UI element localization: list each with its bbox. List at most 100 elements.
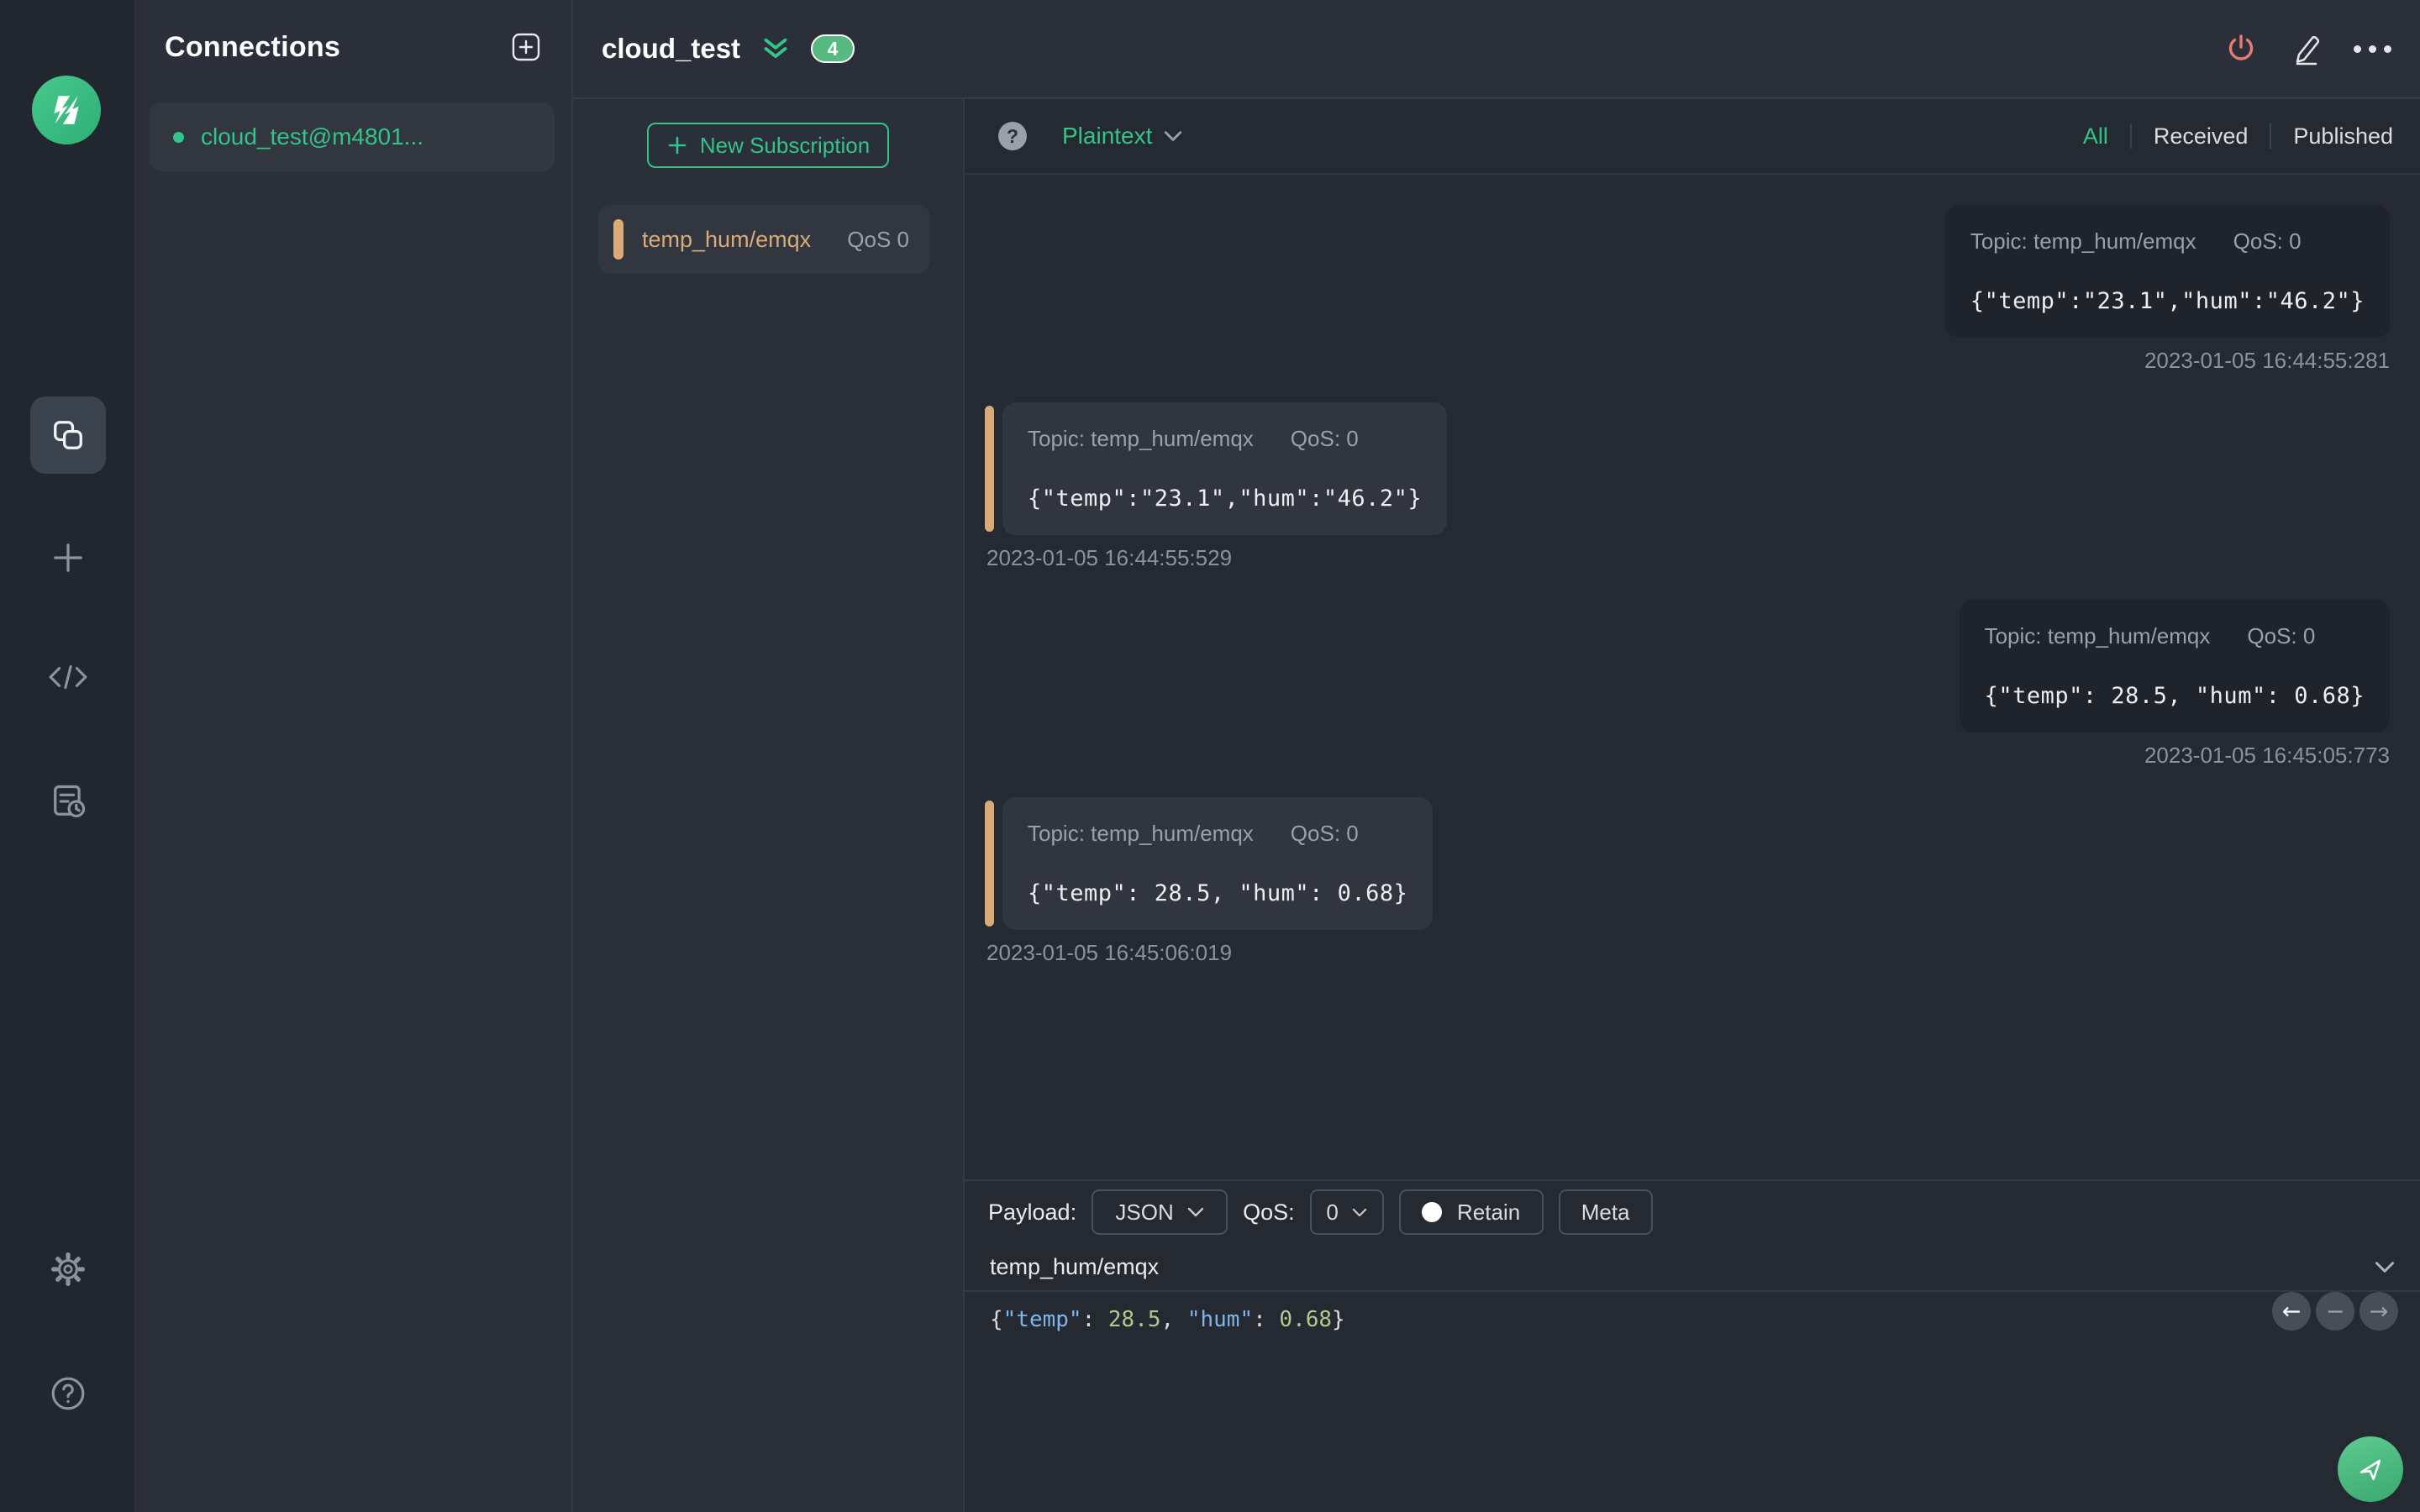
message-color-bar	[985, 406, 994, 532]
format-value: Plaintext	[1062, 123, 1153, 149]
topic-input[interactable]: temp_hum/emqx	[990, 1254, 1159, 1280]
message-timestamp: 2023-01-05 16:45:05:773	[2144, 743, 2390, 768]
message-topic: Topic: temp_hum/emqx	[1028, 821, 1254, 846]
icon-sidebar	[0, 0, 136, 1512]
new-connection-button[interactable]	[509, 30, 543, 64]
log-icon	[54, 785, 86, 818]
filter-all[interactable]: All	[2083, 123, 2108, 150]
message-timestamp: 2023-01-05 16:44:55:529	[986, 545, 1233, 570]
message-color-bar	[985, 801, 994, 927]
connection-header: cloud_test 4	[573, 0, 2420, 99]
connections-icon	[30, 396, 106, 474]
editor-token: {	[990, 1307, 1003, 1332]
chevron-down-icon	[1187, 1207, 1203, 1217]
message-topic: Topic: temp_hum/emqx	[1028, 426, 1254, 451]
message-card[interactable]: Topic: temp_hum/emqx QoS: 0 {"temp":"23.…	[1944, 205, 2390, 338]
message-payload: {"temp":"23.1","hum":"46.2"}	[1970, 288, 2365, 314]
subscriptions-panel: New Subscription temp_hum/emqx QoS 0	[573, 99, 965, 1512]
collapse-editor-button[interactable]: −	[2316, 1292, 2354, 1331]
message-received: Topic: temp_hum/emqx QoS: 0 {"temp":"23.…	[985, 402, 2390, 571]
payload-format-select[interactable]: JSON	[1092, 1189, 1228, 1235]
filter-received[interactable]: Received	[2154, 123, 2249, 150]
message-list: Topic: temp_hum/emqx QoS: 0 {"temp":"23.…	[965, 175, 2420, 966]
message-published: Topic: temp_hum/emqx QoS: 0 {"temp": 28.…	[985, 600, 2390, 769]
page-title: cloud_test	[602, 33, 741, 64]
message-payload: {"temp": 28.5, "hum": 0.68}	[1028, 880, 1408, 906]
editor-token: }	[1332, 1307, 1345, 1332]
disconnect-button[interactable]	[2223, 30, 2260, 67]
collapse-panel-button[interactable]	[762, 36, 789, 61]
qos-value: 0	[1326, 1199, 1339, 1225]
chevron-down-icon	[1352, 1208, 1367, 1216]
publish-toolbar: Payload: JSON QoS: 0 Retain Meta	[965, 1181, 2420, 1243]
message-timestamp: 2023-01-05 16:44:55:281	[2144, 348, 2390, 373]
chevron-down-icon[interactable]	[2375, 1261, 2395, 1273]
subscription-qos: QoS 0	[847, 226, 909, 252]
message-count-badge: 4	[811, 34, 855, 63]
message-qos: QoS: 0	[1290, 821, 1359, 846]
filter-divider	[2129, 123, 2132, 149]
editor-token: ,	[1160, 1307, 1187, 1332]
retain-label: Retain	[1457, 1199, 1521, 1225]
connections-panel: Connections cloud_test@m4801...	[136, 0, 573, 1512]
message-qos: QoS: 0	[2233, 228, 2302, 254]
message-card[interactable]: Topic: temp_hum/emqx QoS: 0 {"temp":"23.…	[1002, 402, 1448, 535]
messages-toolbar: ? Plaintext All Received Published	[965, 99, 2420, 175]
editor-token: 28.5	[1107, 1307, 1161, 1332]
sidebar-item-help[interactable]	[0, 1374, 136, 1413]
sidebar-item-script[interactable]	[0, 659, 136, 696]
subscription-item[interactable]: temp_hum/emqx QoS 0	[598, 205, 929, 274]
mqttx-logo-icon	[32, 76, 101, 144]
new-subscription-button[interactable]: New Subscription	[647, 123, 889, 168]
message-payload: {"temp": 28.5, "hum": 0.68}	[1984, 683, 2365, 709]
help-icon	[51, 1377, 85, 1410]
more-options-button[interactable]	[2354, 45, 2391, 53]
message-payload: {"temp":"23.1","hum":"46.2"}	[1028, 486, 1423, 512]
power-icon	[2228, 34, 2254, 60]
editor-token: "temp"	[1002, 1307, 1082, 1332]
message-format-select[interactable]: Plaintext	[1062, 123, 1182, 150]
paper-plane-icon	[2360, 1459, 2381, 1481]
history-back-button[interactable]: ←	[2272, 1292, 2311, 1331]
new-subscription-label: New Subscription	[699, 132, 871, 158]
editor-token: 0.68	[1279, 1307, 1333, 1332]
message-published: Topic: temp_hum/emqx QoS: 0 {"temp":"23.…	[985, 205, 2390, 374]
connection-item[interactable]: cloud_test@m4801...	[150, 102, 555, 171]
connection-status-dot	[173, 131, 184, 143]
payload-format-label: Payload:	[988, 1199, 1077, 1225]
topic-input-row: temp_hum/emqx	[965, 1243, 2420, 1292]
meta-button[interactable]: Meta	[1558, 1189, 1653, 1235]
send-button[interactable]	[2338, 1436, 2403, 1502]
filter-published[interactable]: Published	[2293, 123, 2393, 150]
sidebar-item-new-window[interactable]	[0, 538, 136, 578]
editor-token: :	[1081, 1307, 1108, 1332]
qos-label: QoS:	[1243, 1199, 1295, 1225]
edit-connection-button[interactable]	[2288, 30, 2325, 67]
qos-select[interactable]: 0	[1309, 1189, 1384, 1235]
payload-editor[interactable]: {"temp": 28.5, "hum": 0.68}	[965, 1292, 2420, 1347]
history-nav: ← − →	[2272, 1292, 2398, 1331]
payload-help-icon[interactable]: ?	[998, 122, 1027, 150]
double-chevron-down-icon	[764, 38, 787, 59]
message-topic: Topic: temp_hum/emqx	[1970, 228, 2196, 254]
editor-token: :	[1253, 1307, 1280, 1332]
meta-label: Meta	[1581, 1199, 1630, 1225]
history-forward-button[interactable]: →	[2360, 1292, 2398, 1331]
message-qos: QoS: 0	[1290, 426, 1359, 451]
sidebar-item-log[interactable]	[0, 781, 136, 822]
sidebar-item-settings[interactable]	[0, 1250, 136, 1289]
sidebar-item-connections[interactable]	[0, 396, 136, 474]
message-card[interactable]: Topic: temp_hum/emqx QoS: 0 {"temp": 28.…	[1959, 600, 2390, 732]
message-card[interactable]: Topic: temp_hum/emqx QoS: 0 {"temp": 28.…	[1002, 797, 1434, 930]
message-qos: QoS: 0	[2247, 623, 2316, 648]
messages-panel: ? Plaintext All Received Published Topic…	[965, 99, 2420, 1512]
retain-dot-icon	[1422, 1202, 1443, 1222]
publish-panel: Payload: JSON QoS: 0 Retain Meta temp_hu…	[965, 1179, 2420, 1512]
plus-icon	[54, 543, 82, 572]
connection-name: cloud_test@m4801...	[201, 123, 424, 150]
retain-toggle[interactable]: Retain	[1398, 1189, 1544, 1235]
connections-title: Connections	[165, 30, 341, 63]
ellipsis-icon	[2354, 45, 2361, 53]
gear-icon	[51, 1252, 85, 1286]
message-timestamp: 2023-01-05 16:45:06:019	[986, 940, 1233, 965]
